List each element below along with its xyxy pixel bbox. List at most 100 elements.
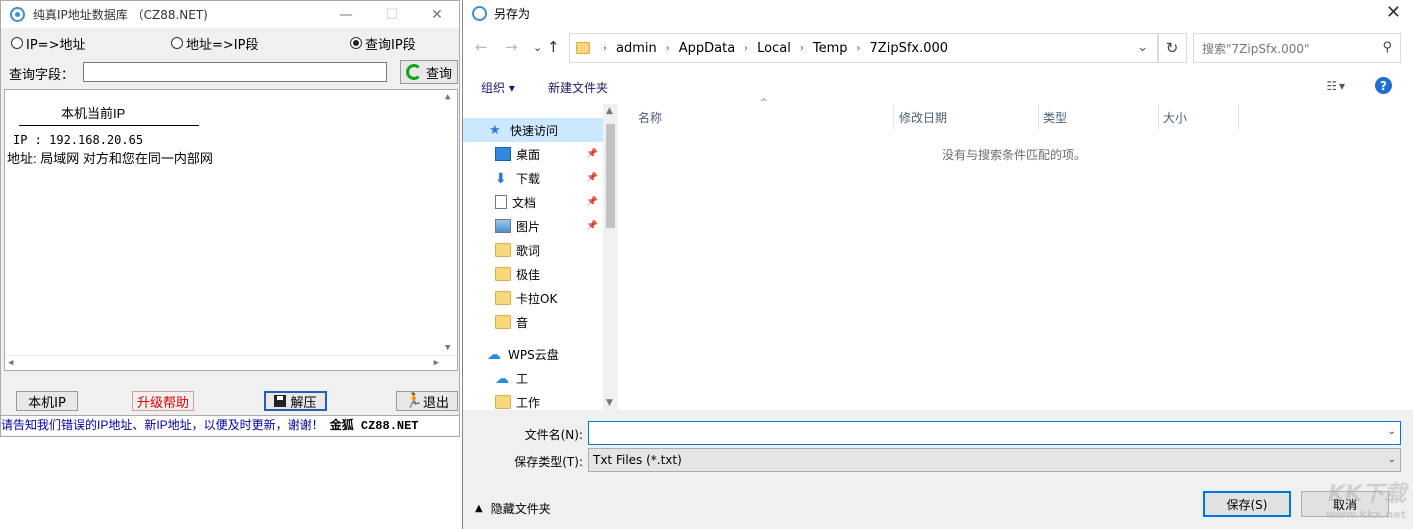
new-folder-button[interactable]: 新建文件夹 — [548, 79, 608, 96]
folder-icon — [495, 267, 511, 281]
recent-dropdown-icon[interactable]: ⌄ — [533, 41, 542, 54]
organize-menu[interactable]: 组织 ▾ — [481, 79, 515, 96]
chevron-down-icon[interactable]: ⌄ — [1388, 426, 1396, 437]
nav-cloud-work[interactable]: ☁ 工 — [463, 366, 603, 390]
download-icon: ⬇ — [495, 171, 507, 187]
folder-icon — [495, 395, 511, 409]
nav-folder-work[interactable]: 工作 — [463, 390, 603, 410]
query-input[interactable] — [83, 62, 387, 82]
breadcrumb-7zipsfx[interactable]: 7ZipSfx.000 — [870, 41, 949, 56]
app-logo-icon — [10, 7, 25, 22]
running-man-icon: 🏃 — [404, 393, 423, 409]
nav-wps-cloud[interactable]: ☁ WPS云盘 — [463, 342, 603, 366]
breadcrumb-admin[interactable]: admin — [616, 41, 657, 56]
qqwry-window: 纯真IP地址数据库 （CZ88.NET) — ☐ ✕ IP=>地址 地址=>IP… — [0, 0, 460, 437]
nav-folder-lyrics[interactable]: 歌词 — [463, 238, 603, 262]
nav-folder-jijia[interactable]: 极佳 — [463, 262, 603, 286]
address-bar[interactable]: › admin › AppData › Local › Temp › 7ZipS… — [569, 33, 1159, 63]
radio-dot-icon — [11, 37, 23, 49]
column-size[interactable]: 大小 — [1159, 104, 1239, 130]
result-ip-line: IP : 192.168.20.65 — [13, 133, 144, 147]
scroll-thumb[interactable] — [606, 124, 615, 228]
result-horizontal-scrollbar[interactable]: ◀ ▶ — [5, 355, 457, 370]
radio-addr-to-ip[interactable]: 地址=>IP段 — [171, 34, 258, 53]
column-name[interactable]: 名称 — [634, 104, 894, 130]
up-arrow-icon[interactable]: ↑ — [547, 38, 560, 56]
refresh-icon: ↻ — [1165, 39, 1179, 57]
query-row: 查询字段： 查询 — [1, 59, 459, 87]
save-as-dialog: 另存为 ✕ ← → ⌄ ↑ › admin › AppData › Local … — [462, 0, 1413, 529]
pin-icon: 📌 — [586, 173, 598, 183]
empty-message: 没有与搜索条件匹配的项。 — [942, 148, 1087, 162]
nav-folder-music[interactable]: 音 — [463, 310, 603, 334]
folder-icon — [495, 243, 511, 257]
filename-input[interactable]: ⌄ — [588, 421, 1401, 445]
chevron-right-icon: › — [603, 42, 607, 54]
radio-ip-to-addr[interactable]: IP=>地址 — [11, 34, 85, 53]
result-vertical-scrollbar[interactable]: ▲ ▼ — [442, 90, 457, 370]
forward-arrow-icon[interactable]: → — [505, 38, 518, 56]
maximize-button[interactable]: ☐ — [369, 1, 415, 28]
nav-folder-karaoke[interactable]: 卡拉OK — [463, 286, 603, 310]
save-button[interactable]: 保存(S) — [1203, 491, 1291, 517]
exit-button[interactable]: 🏃 退出 — [396, 391, 458, 411]
extract-button[interactable]: 解压 — [264, 391, 327, 411]
scroll-up-icon[interactable]: ▲ — [606, 106, 613, 116]
nav-pictures[interactable]: 图片 📌 — [463, 214, 603, 238]
result-header: 本机当前IP — [61, 106, 126, 121]
breadcrumb-local[interactable]: Local — [757, 41, 791, 56]
column-type[interactable]: 类型 — [1039, 104, 1159, 130]
nav-downloads[interactable]: ⬇ 下载 📌 — [463, 166, 603, 190]
dialog-titlebar: 另存为 ✕ — [463, 0, 1413, 26]
file-list[interactable]: ^ 名称 修改日期 类型 大小 没有与搜索条件匹配的项。 — [620, 98, 1408, 410]
chevron-down-icon: ⌄ — [1387, 454, 1396, 465]
chevron-down-icon[interactable]: ⌄ — [1137, 40, 1148, 55]
refresh-icon — [405, 64, 422, 80]
filetype-select[interactable]: Txt Files (*.txt) ⌄ — [588, 448, 1401, 472]
column-modified[interactable]: 修改日期 — [895, 104, 1039, 130]
result-addr-line: 地址: 局域网 对方和您在同一内部网 — [7, 151, 213, 166]
app-titlebar: 纯真IP地址数据库 （CZ88.NET) — ☐ ✕ — [1, 1, 459, 28]
help-icon[interactable]: ? — [1375, 77, 1392, 94]
picture-icon — [495, 219, 511, 233]
radio-dot-checked-icon — [350, 37, 362, 49]
nav-desktop[interactable]: 桌面 📌 — [463, 142, 603, 166]
scroll-right-icon[interactable]: ▶ — [434, 358, 439, 368]
search-icon: ⚲ — [1382, 40, 1392, 55]
upgrade-help-button[interactable]: 升级帮助 — [132, 391, 194, 411]
view-options-icon[interactable]: ☷ ▾ — [1326, 79, 1345, 93]
refresh-button[interactable]: ↻ — [1157, 33, 1187, 63]
app-title: 纯真IP地址数据库 （CZ88.NET) — [33, 8, 208, 22]
back-arrow-icon[interactable]: ← — [475, 38, 488, 56]
nav-documents[interactable]: 文档 📌 — [463, 190, 603, 214]
pin-icon: 📌 — [586, 221, 598, 231]
scroll-down-icon[interactable]: ▼ — [445, 343, 450, 353]
cloud-icon: ☁ — [487, 347, 501, 363]
hide-folders-toggle[interactable]: ▲ 隐藏文件夹 — [475, 500, 551, 517]
watermark-logo: KK下载 www.kkx.net — [1325, 482, 1406, 522]
nav-scrollbar[interactable]: ▲ ▼ — [603, 104, 618, 410]
pin-icon: 📌 — [586, 149, 598, 159]
local-ip-button[interactable]: 本机IP — [16, 391, 78, 411]
mode-radio-group: IP=>地址 地址=>IP段 查询IP段 — [1, 28, 459, 58]
breadcrumb-appdata[interactable]: AppData — [679, 41, 735, 56]
document-icon — [495, 195, 507, 209]
nav-quick-access[interactable]: ★ 快速访问 — [463, 118, 603, 142]
header-divider — [19, 125, 199, 126]
minimize-button[interactable]: — — [323, 1, 369, 28]
scroll-up-icon[interactable]: ▲ — [445, 92, 450, 102]
radio-query-ip-range[interactable]: 查询IP段 — [350, 34, 416, 53]
scroll-left-icon[interactable]: ◀ — [8, 358, 13, 368]
dialog-app-icon — [472, 5, 487, 21]
ticker-message: 请告知我们错误的IP地址、新IP地址，以便及时更新，谢谢！ — [1, 418, 324, 432]
search-input[interactable]: 搜索"7ZipSfx.000" ⚲ — [1193, 33, 1401, 63]
result-panel[interactable]: 本机当前IP IP : 192.168.20.65 地址: 局域网 对方和您在同… — [4, 89, 458, 371]
dialog-close-button[interactable]: ✕ — [1386, 2, 1401, 23]
chevron-right-icon: › — [856, 42, 861, 54]
close-button[interactable]: ✕ — [414, 1, 460, 28]
bottom-toolbar: 本机IP 升级帮助 解压 🏃 退出 — [1, 390, 459, 414]
ticker-brand: 金狐 CZ88.NET — [329, 419, 419, 433]
breadcrumb-temp[interactable]: Temp — [813, 41, 848, 56]
query-button[interactable]: 查询 — [400, 60, 458, 84]
scroll-down-icon[interactable]: ▼ — [606, 398, 613, 408]
